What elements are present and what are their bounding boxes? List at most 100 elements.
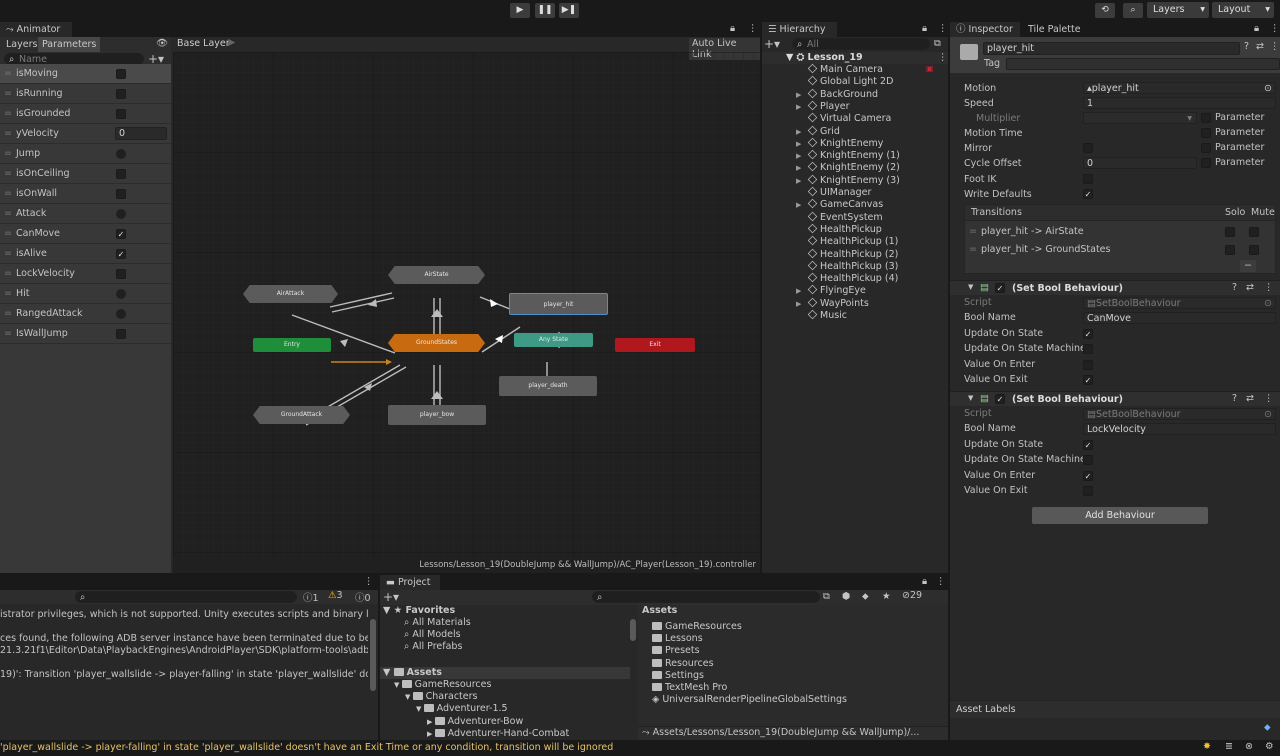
folder-tree-item[interactable]: ▶ Adventurer-Bow [427, 716, 523, 728]
asset-item[interactable]: Settings [652, 670, 704, 682]
bool-name-field[interactable]: CanMove [1083, 312, 1276, 324]
object-picker-icon[interactable]: ⊙ [1264, 83, 1272, 94]
transition-item[interactable]: = player_hit -> GroundStates [965, 241, 1275, 259]
state-player-hit[interactable]: player_hit [509, 293, 608, 315]
hierarchy-item[interactable]: Music [796, 309, 847, 322]
asset-item[interactable]: GameResources [652, 621, 742, 633]
more-menu-icon[interactable]: ⋮ [1270, 41, 1280, 52]
create-asset-button[interactable]: +▾ [383, 590, 399, 604]
state-player-bow[interactable]: player_bow [388, 405, 486, 425]
layout-dropdown[interactable]: Layout ▾ [1212, 2, 1274, 18]
tile-palette-tab[interactable]: Tile Palette [1022, 22, 1087, 37]
drag-handle-icon[interactable]: = [4, 144, 12, 164]
more-menu-icon[interactable]: ⋮ [938, 23, 948, 34]
expand-arrow-icon[interactable]: ▶ [796, 150, 801, 162]
drag-handle-icon[interactable]: = [4, 304, 12, 324]
parameter-trigger-radio[interactable] [116, 209, 126, 219]
behaviour-header[interactable]: ▼ ▤ ✓ (Set Bool Behaviour)? ⇄ ⋮ [950, 391, 1280, 406]
inspector-tab[interactable]: ⓘ Inspector [950, 22, 1020, 37]
hierarchy-item[interactable]: ▶ KnightEnemy (2) [796, 162, 900, 174]
hierarchy-item[interactable]: HealthPickup (3) [796, 260, 898, 273]
favorite-item[interactable]: ⌕ All Prefabs [404, 641, 462, 653]
behaviour-flag-checkbox[interactable] [1083, 485, 1093, 496]
parameter-bool-checkbox[interactable] [116, 269, 126, 279]
step-button[interactable]: ▶❚ [559, 3, 579, 18]
folder-tree-item[interactable]: ▼ Adventurer-1.5 [416, 703, 508, 715]
create-button[interactable]: +▾ [764, 37, 780, 51]
expand-arrow-icon[interactable]: ▶ [427, 730, 435, 738]
write-defaults-checkbox[interactable]: ✓ [1083, 189, 1093, 199]
more-menu-icon[interactable]: ⋮ [1264, 393, 1274, 404]
help-icon[interactable]: ? [1232, 393, 1237, 404]
more-menu-icon[interactable]: ⋮ [364, 576, 374, 587]
expand-arrow-icon[interactable]: ▼ [416, 705, 424, 713]
asset-item[interactable]: Presets [652, 645, 700, 657]
hierarchy-item[interactable]: UIManager [796, 186, 871, 199]
favorite-icon[interactable]: ★ [882, 591, 891, 602]
drag-handle-icon[interactable]: = [4, 264, 12, 284]
hierarchy-item[interactable]: HealthPickup (2) [796, 248, 898, 261]
expand-arrow-icon[interactable]: ▶ [796, 89, 801, 101]
hierarchy-item[interactable]: ▶ KnightEnemy [796, 137, 883, 150]
tree-scrollbar[interactable] [630, 619, 636, 641]
parameter-row[interactable]: = CanMove ✓ [0, 224, 171, 244]
hierarchy-item[interactable]: ▶ KnightEnemy (1) [796, 149, 900, 162]
behaviour-flag-checkbox[interactable] [1083, 359, 1093, 370]
expand-arrow-icon[interactable]: ▶ [796, 298, 801, 310]
drag-handle-icon[interactable]: = [4, 184, 12, 204]
search-icon[interactable]: ⌕ [1123, 3, 1143, 18]
parameter-row[interactable]: = IsWallJump [0, 324, 171, 344]
bool-name-field[interactable]: LockVelocity [1083, 423, 1276, 435]
more-menu-icon[interactable]: ⋮ [1264, 282, 1274, 293]
notification-icon[interactable]: ⚙ [1265, 741, 1274, 752]
drag-handle-icon[interactable]: = [4, 324, 12, 344]
info-count[interactable]: ⓘ1 [303, 590, 319, 604]
parameter-bool-checkbox[interactable] [116, 189, 126, 199]
mirror-checkbox[interactable] [1083, 143, 1093, 153]
parameter-row[interactable]: = yVelocity 0 [0, 124, 171, 144]
multiplier-dropdown[interactable]: ▾ [1083, 112, 1197, 124]
behaviour-flag-checkbox[interactable] [1083, 344, 1093, 355]
assets-header[interactable]: ▼ Assets [383, 667, 442, 679]
expand-arrow-icon[interactable]: ▶ [796, 175, 801, 187]
folder-tree-item[interactable]: ▶ Adventurer-Hand-Combat [427, 728, 569, 740]
hierarchy-item[interactable]: ▶ KnightEnemy (3) [796, 174, 900, 187]
parameter-trigger-radio[interactable] [116, 289, 126, 299]
behaviour-flag-checkbox[interactable]: ✓ [1083, 329, 1093, 339]
parameter-bool-checkbox[interactable] [116, 169, 126, 179]
folder-tree-item[interactable]: ▼ GameResources [394, 679, 491, 691]
console-line[interactable]: istrator privileges, which is not suppor… [0, 609, 368, 621]
console-line[interactable] [0, 657, 368, 669]
parameter-bool-checkbox[interactable]: ✓ [116, 229, 126, 239]
drag-handle-icon[interactable]: = [4, 64, 12, 84]
state-exit[interactable]: Exit [615, 338, 695, 352]
cache-icon[interactable]: ≣ [1225, 741, 1233, 752]
state-groundattack[interactable]: GroundAttack [253, 406, 350, 424]
presets-icon[interactable]: ⇄ [1246, 393, 1254, 404]
help-icon[interactable]: ? [1232, 282, 1237, 293]
hierarchy-item[interactable]: HealthPickup (1) [796, 235, 898, 248]
animator-tab[interactable]: ⤳ Animator [0, 22, 72, 37]
expand-arrow-icon[interactable]: ▶ [796, 101, 801, 113]
expand-arrow-icon[interactable]: ▼ [394, 681, 402, 689]
state-airstate[interactable]: AirState [388, 266, 485, 284]
parameter-trigger-radio[interactable] [116, 149, 126, 159]
lock-icon[interactable]: 🔒︎ [730, 23, 735, 34]
breadcrumb[interactable]: Base Layer [177, 38, 230, 49]
parameter-trigger-radio[interactable] [116, 309, 126, 319]
parameter-bool-checkbox[interactable] [116, 329, 126, 339]
drag-handle-icon[interactable]: = [4, 204, 12, 224]
hierarchy-item[interactable]: Main Camera [796, 63, 883, 76]
cycle-offset-parameter-checkbox[interactable] [1201, 158, 1211, 168]
drag-handle-icon[interactable]: = [4, 284, 12, 304]
state-airattack[interactable]: AirAttack [243, 285, 338, 303]
behaviour-enabled-checkbox[interactable]: ✓ [995, 394, 1005, 404]
parameter-row[interactable]: = Hit [0, 284, 171, 304]
motion-field[interactable]: ▴player_hit ⊙ [1083, 82, 1276, 94]
drag-handle-icon[interactable]: = [969, 241, 977, 259]
project-tab[interactable]: ▬ Project [380, 575, 440, 590]
console-line[interactable]: 21.3.21f1\Editor\Data\PlaybackEngines\An… [0, 645, 368, 657]
more-menu-icon[interactable]: ⋮ [748, 23, 758, 34]
expand-arrow-icon[interactable]: ▶ [796, 162, 801, 174]
hierarchy-item[interactable]: EventSystem [796, 211, 883, 224]
